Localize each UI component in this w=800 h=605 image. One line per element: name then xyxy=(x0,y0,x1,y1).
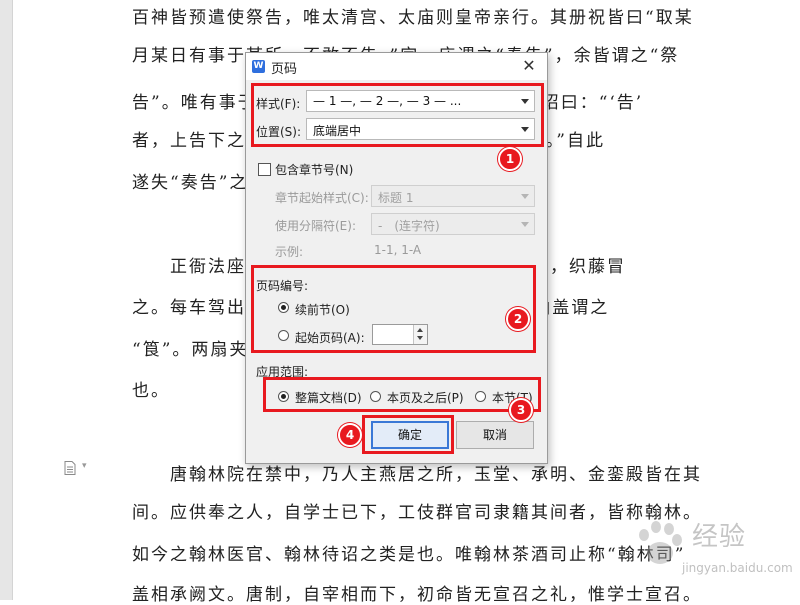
example-label: 示例: xyxy=(275,245,304,259)
paragraph-menu-caret-icon[interactable]: ▾ xyxy=(82,461,87,471)
document-line: 也。 xyxy=(132,381,170,401)
close-icon[interactable]: ✕ xyxy=(519,56,539,76)
chevron-down-icon xyxy=(521,194,529,199)
watermark-text: 经验 xyxy=(692,522,747,552)
highlight-box-apply-scope xyxy=(263,377,541,412)
include-chapter-label[interactable]: 包含章节号(N) xyxy=(275,161,353,178)
chapter-style-dropdown[interactable]: 标题 1 xyxy=(371,185,535,207)
highlight-box-ok xyxy=(362,415,454,454)
separator-label: 使用分隔符(E): xyxy=(275,219,356,233)
paragraph-menu-icon[interactable] xyxy=(64,461,76,475)
gutter-divider xyxy=(12,0,13,600)
chevron-down-icon xyxy=(521,222,529,227)
chapter-style-label: 章节起始样式(C): xyxy=(275,191,369,205)
dialog-title: 页码 xyxy=(271,62,298,77)
cancel-button[interactable]: 取消 xyxy=(456,421,534,449)
document-line: 间。应供奉之人，自学士已下，工伎群官司隶籍其间者，皆称翰林。 xyxy=(132,503,702,523)
document-gutter xyxy=(0,0,12,600)
document-line: 百神皆预遣使祭告，唯太清宫、太庙则皇帝亲行。其册祝皆曰“取某 xyxy=(132,8,694,28)
chapter-style-value: 标题 1 xyxy=(378,191,414,205)
document-line: 盖相承阙文。唐制，自宰相而下，初命皆无宣召之礼，惟学士宣召。 xyxy=(132,585,702,605)
example-value: 1-1, 1-A xyxy=(374,243,422,257)
dialog-titlebar[interactable]: W 页码 ✕ xyxy=(246,53,547,80)
highlight-box-numbering xyxy=(251,265,536,353)
document-line: 如今之翰林医官、翰林待诏之类是也。唯翰林茶酒司止称“翰林司” xyxy=(132,545,686,565)
step-badge-3: 3 xyxy=(509,398,533,422)
step-badge-1: 1 xyxy=(498,147,522,171)
watermark-url: jingyan.baidu.com xyxy=(682,561,793,575)
wps-app-icon: W xyxy=(252,60,265,73)
step-badge-4: 4 xyxy=(338,423,362,447)
separator-value: - (连字符) xyxy=(378,219,440,233)
include-chapter-checkbox[interactable] xyxy=(258,163,271,176)
highlight-box-style-position xyxy=(251,83,544,147)
step-badge-2: 2 xyxy=(506,307,530,331)
separator-dropdown[interactable]: - (连字符) xyxy=(371,213,535,235)
